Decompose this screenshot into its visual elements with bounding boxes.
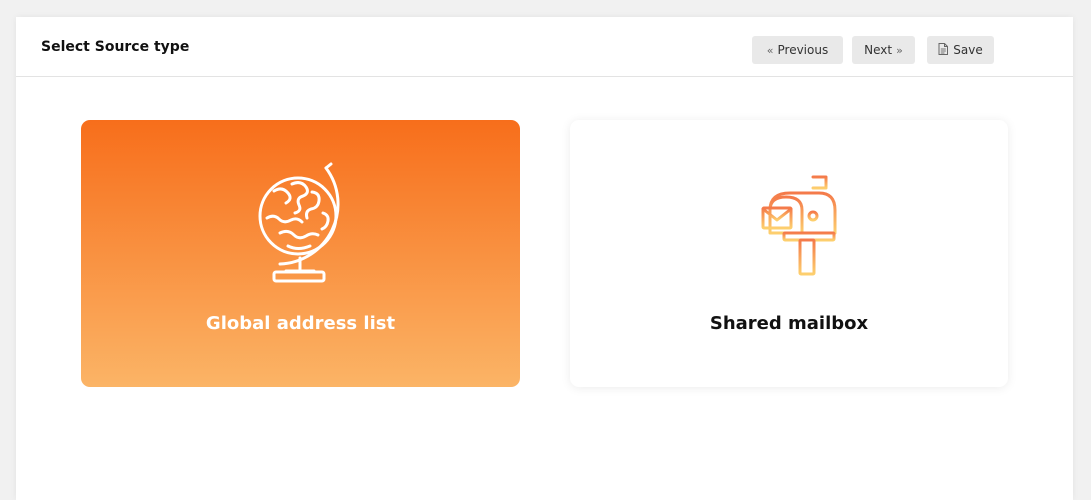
save-button-label: Save (953, 43, 983, 57)
option-label: Shared mailbox (709, 313, 869, 334)
page-title: Select Source type (41, 39, 190, 55)
option-card-global-address-list[interactable]: Global address list (81, 120, 520, 387)
option-label: Global address list (205, 313, 396, 334)
previous-button-label: Previous (777, 43, 829, 57)
globe-icon (258, 162, 340, 283)
chevron-double-right-icon: » (896, 43, 903, 57)
source-type-panel: Select Source type « Previous Next » Sav… (16, 17, 1073, 500)
panel-header: Select Source type « Previous Next » Sav… (16, 17, 1073, 77)
document-icon (938, 42, 949, 58)
mailbox-icon (740, 175, 837, 276)
option-card-shared-mailbox[interactable]: Shared mailbox (570, 120, 1008, 387)
save-button[interactable]: Save (927, 36, 994, 64)
next-button[interactable]: Next » (852, 36, 915, 64)
next-button-label: Next (864, 43, 893, 57)
chevron-double-left-icon: « (766, 43, 774, 57)
previous-button[interactable]: « Previous (752, 36, 843, 64)
